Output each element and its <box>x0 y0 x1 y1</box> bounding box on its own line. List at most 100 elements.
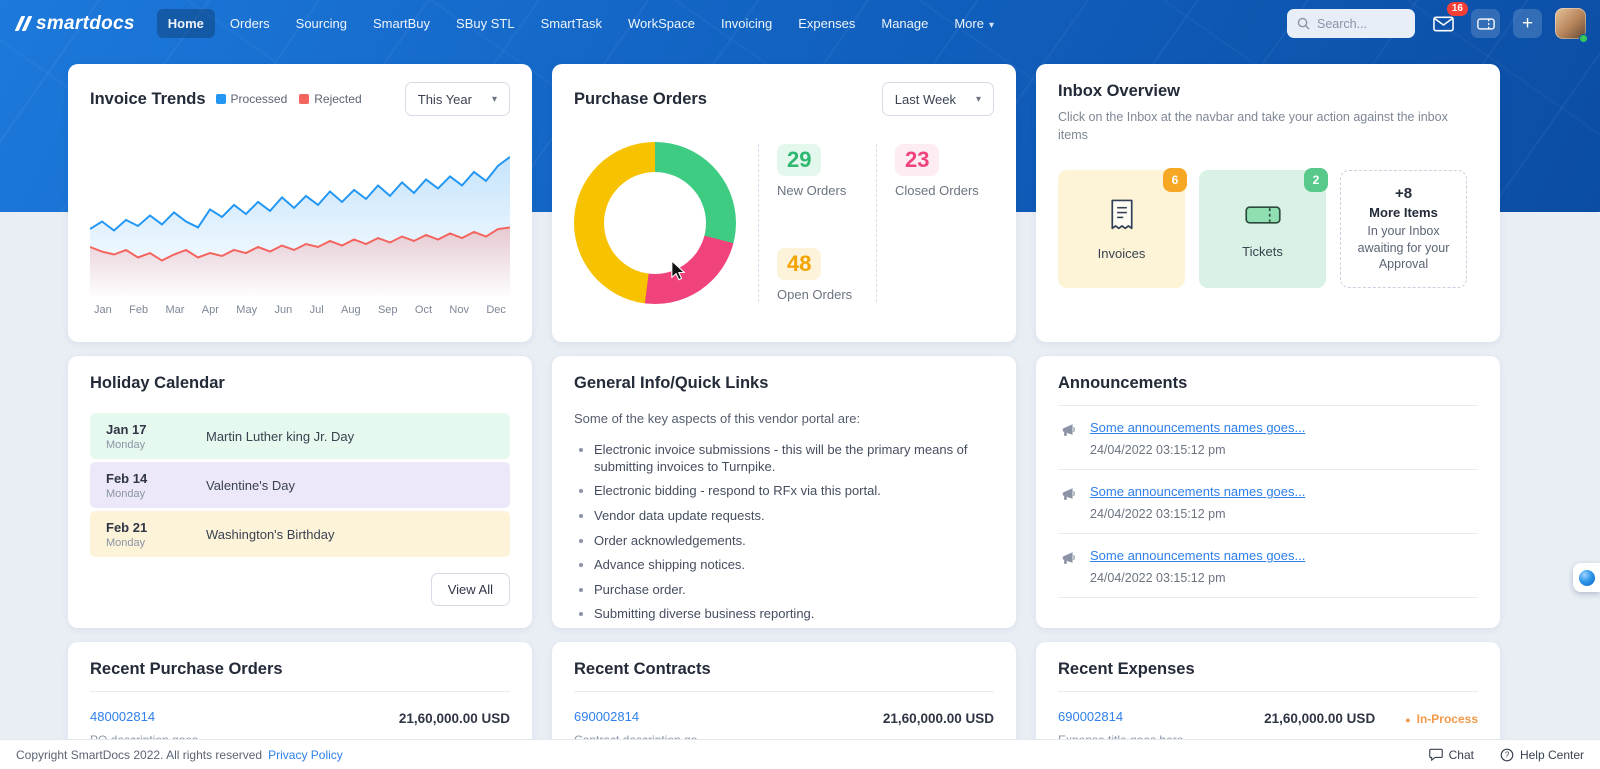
holiday-weekday: Monday <box>106 439 206 451</box>
help-center-label: Help Center <box>1520 748 1584 762</box>
copyright-text: Copyright SmartDocs 2022. All rights res… <box>16 748 262 762</box>
purchase-orders-donut-chart <box>574 142 736 304</box>
contract-number-link[interactable]: 690002814 <box>574 709 639 724</box>
expense-number-link[interactable]: 690002814 <box>1058 709 1123 724</box>
holiday-weekday: Monday <box>106 537 206 549</box>
dashboard-content: Invoice Trends Processed Rejected This Y… <box>0 64 1600 769</box>
holiday-row: Jan 17 Monday Martin Luther king Jr. Day <box>90 413 510 459</box>
stat-closed-orders: 23 Closed Orders <box>895 144 994 198</box>
brand-logo[interactable]: smartdocs <box>18 13 135 35</box>
main-nav: Home Orders Sourcing SmartBuy SBuy STL S… <box>157 9 1005 38</box>
nav-expenses[interactable]: Expenses <box>787 9 866 38</box>
search-box[interactable] <box>1287 9 1415 38</box>
invoice-trends-card: Invoice Trends Processed Rejected This Y… <box>68 64 532 342</box>
holiday-calendar-card: Holiday Calendar Jan 17 Monday Martin Lut… <box>68 356 532 628</box>
announcement-time: 24/04/2022 03:15:12 pm <box>1090 507 1305 521</box>
nav-smarttask[interactable]: SmartTask <box>530 9 613 38</box>
holiday-date: Feb 21 <box>106 520 206 535</box>
general-info-intro: Some of the key aspects of this vendor p… <box>574 411 994 426</box>
info-bullet: Purchase order. <box>594 582 994 599</box>
month-label: May <box>236 304 257 316</box>
holiday-calendar-title: Holiday Calendar <box>90 374 510 393</box>
nav-home[interactable]: Home <box>157 9 215 38</box>
megaphone-icon <box>1060 550 1078 566</box>
tickets-button[interactable] <box>1471 9 1500 38</box>
inbox-overview-title: Inbox Overview <box>1058 82 1478 101</box>
open-orders-value: 48 <box>777 248 821 280</box>
help-center-button[interactable]: ? Help Center <box>1500 748 1584 762</box>
month-label: Apr <box>202 304 219 316</box>
logo-icon <box>18 16 29 31</box>
month-label: Jun <box>274 304 292 316</box>
chat-button[interactable]: Chat <box>1429 748 1474 762</box>
chat-widget-icon <box>1579 570 1595 586</box>
inbox-mail-button[interactable]: 16 <box>1428 9 1458 39</box>
month-label: Oct <box>415 304 432 316</box>
nav-manage[interactable]: Manage <box>870 9 939 38</box>
privacy-policy-link[interactable]: Privacy Policy <box>268 748 343 762</box>
holiday-name: Washington's Birthday <box>206 527 334 542</box>
month-label: Feb <box>129 304 148 316</box>
expense-status-badge: In-Process <box>1405 712 1478 726</box>
donut-hole <box>604 172 706 274</box>
recent-expenses-title: Recent Expenses <box>1058 660 1478 679</box>
view-all-button[interactable]: View All <box>431 573 510 606</box>
nav-sourcing[interactable]: Sourcing <box>285 9 358 38</box>
megaphone-icon <box>1060 422 1078 438</box>
megaphone-icon <box>1060 486 1078 502</box>
inbox-tile-more[interactable]: +8 More Items In your Inbox awaiting for… <box>1340 170 1467 288</box>
trend-legend: Processed Rejected <box>216 92 362 106</box>
general-info-title: General Info/Quick Links <box>574 374 994 393</box>
inbox-subtitle: Click on the Inbox at the navbar and tak… <box>1058 109 1478 144</box>
announcement-time: 24/04/2022 03:15:12 pm <box>1090 571 1305 585</box>
ticket-icon <box>1244 200 1282 230</box>
inbox-tile-tickets[interactable]: 2 Tickets <box>1199 170 1326 288</box>
chat-label: Chat <box>1449 748 1474 762</box>
add-button[interactable] <box>1513 9 1542 38</box>
holiday-name: Valentine's Day <box>206 478 295 493</box>
announcement-link[interactable]: Some announcements names goes... <box>1090 548 1305 563</box>
info-bullet: Vendor data update requests. <box>594 508 994 525</box>
top-navbar: smartdocs Home Orders Sourcing SmartBuy … <box>0 0 1600 47</box>
nav-invoicing[interactable]: Invoicing <box>710 9 783 38</box>
trend-period-select[interactable]: This Year <box>405 82 510 116</box>
month-label: Nov <box>449 304 469 316</box>
user-avatar[interactable] <box>1555 8 1586 39</box>
mail-icon <box>1433 16 1454 32</box>
nav-orders[interactable]: Orders <box>219 9 281 38</box>
nav-sbuy-stl[interactable]: SBuy STL <box>445 9 526 38</box>
legend-processed-swatch <box>216 94 226 104</box>
announcement-link[interactable]: Some announcements names goes... <box>1090 484 1305 499</box>
chat-widget-tab[interactable] <box>1573 563 1600 592</box>
holiday-name: Martin Luther king Jr. Day <box>206 429 354 444</box>
purchase-orders-card: Purchase Orders Last Week 29 New Orders … <box>552 64 1016 342</box>
ticket-icon <box>1477 17 1495 31</box>
general-info-card: General Info/Quick Links Some of the key… <box>552 356 1016 628</box>
nav-workspace[interactable]: WorkSpace <box>617 9 706 38</box>
po-amount: 21,60,000.00 USD <box>399 711 510 726</box>
holiday-weekday: Monday <box>106 488 206 500</box>
holiday-row: Feb 21 Monday Washington's Birthday <box>90 511 510 557</box>
po-period-select[interactable]: Last Week <box>882 82 994 116</box>
announcement-item: Some announcements names goes... 24/04/2… <box>1058 406 1478 470</box>
nav-smartbuy[interactable]: SmartBuy <box>362 9 441 38</box>
more-items-text: In your Inbox awaiting for your Approval <box>1349 223 1458 274</box>
month-label: Jan <box>94 304 112 316</box>
holiday-date: Jan 17 <box>106 422 206 437</box>
purchase-orders-title: Purchase Orders <box>574 90 707 109</box>
more-items-count: +8 <box>1395 185 1412 202</box>
search-input[interactable] <box>1317 17 1403 31</box>
info-bullet: Submitting diverse business reporting. <box>594 606 994 623</box>
inbox-tile-invoices[interactable]: 6 Invoices <box>1058 170 1185 288</box>
announcement-link[interactable]: Some announcements names goes... <box>1090 420 1305 435</box>
open-orders-label: Open Orders <box>777 287 876 302</box>
nav-more[interactable]: More <box>943 9 1005 38</box>
contract-amount: 21,60,000.00 USD <box>883 711 994 726</box>
po-stats: 29 New Orders 48 Open Orders 23 Closed O… <box>758 144 994 302</box>
recent-po-title: Recent Purchase Orders <box>90 660 510 679</box>
online-status-dot <box>1579 34 1588 43</box>
navbar-actions: 16 <box>1287 8 1586 39</box>
expense-amount: 21,60,000.00 USD <box>1264 711 1375 726</box>
po-number-link[interactable]: 480002814 <box>90 709 155 724</box>
info-bullet: Order acknowledgements. <box>594 533 994 550</box>
